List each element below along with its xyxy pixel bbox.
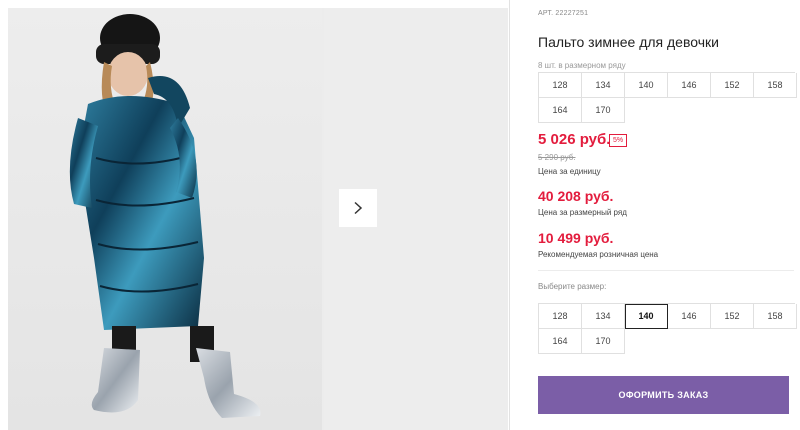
size-range-cell: 134 <box>582 73 625 98</box>
product-title: Пальто зимнее для девочки <box>538 34 719 50</box>
unit-price-label: Цена за единицу <box>538 167 601 176</box>
set-price: 40 208 руб. <box>538 188 614 204</box>
panel-divider <box>509 0 510 430</box>
product-sku: АРТ. 22227251 <box>538 10 589 17</box>
unit-price: 5 026 руб. <box>538 131 611 148</box>
size-option[interactable]: 128 <box>539 304 582 329</box>
size-range-cell: 146 <box>668 73 711 98</box>
size-option[interactable]: 152 <box>711 304 754 329</box>
size-option[interactable]: 146 <box>668 304 711 329</box>
size-range-cell: 164 <box>539 98 582 123</box>
product-photo-illustration <box>69 14 261 418</box>
size-range-cell: 152 <box>711 73 754 98</box>
retail-price: 10 499 руб. <box>538 230 614 246</box>
size-range-cell: 140 <box>625 73 668 98</box>
size-range-note: 8 шт. в размерном ряду <box>538 61 626 70</box>
old-price: 5 290 руб. <box>538 153 576 162</box>
product-photo-main <box>8 8 322 430</box>
set-price-label: Цена за размерный ряд <box>538 208 627 217</box>
retail-price-label: Рекомендуемая розничная цена <box>538 250 659 259</box>
section-divider <box>538 270 794 271</box>
gallery-next-button[interactable] <box>339 189 377 227</box>
size-option[interactable]: 170 <box>582 329 625 354</box>
size-option[interactable]: 134 <box>582 304 625 329</box>
size-range-grid: 128 134 140 146 152 158 164 170 <box>538 72 797 123</box>
size-range-cell: 158 <box>754 73 797 98</box>
size-range-cell: 170 <box>582 98 625 123</box>
size-range-cell: 128 <box>539 73 582 98</box>
discount-badge: 5% <box>609 134 628 147</box>
size-picker-grid: 128 134 140 146 152 158 164 170 <box>538 303 797 354</box>
size-option[interactable]: 158 <box>754 304 797 329</box>
place-order-button[interactable]: ОФОРМИТЬ ЗАКАЗ <box>538 376 789 414</box>
size-option-selected[interactable]: 140 <box>625 304 668 329</box>
size-picker-label: Выберите размер: <box>538 282 607 291</box>
product-gallery <box>8 8 508 430</box>
size-option[interactable]: 164 <box>539 329 582 354</box>
chevron-right-icon <box>354 201 363 215</box>
